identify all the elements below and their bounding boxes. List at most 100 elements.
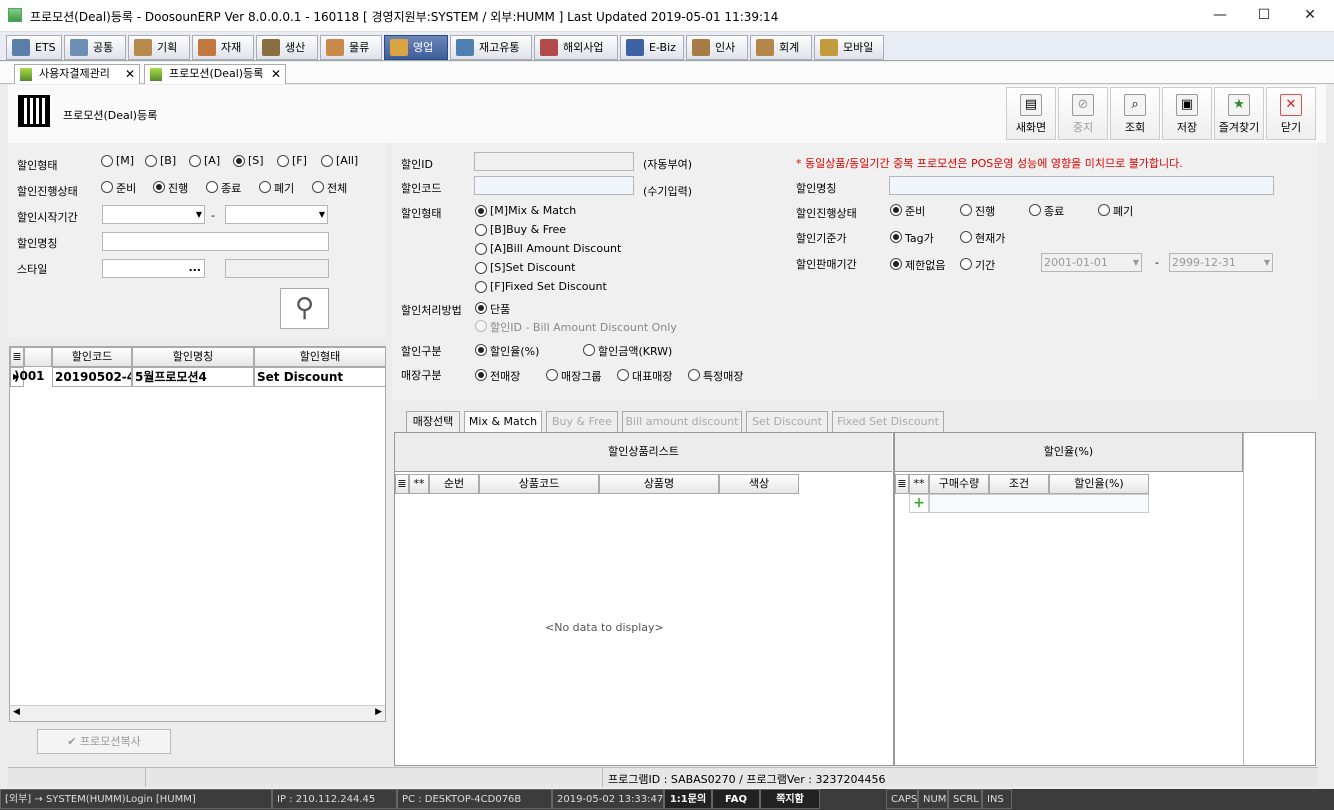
close-tab-icon[interactable]: ✕ (271, 65, 281, 83)
left-type-radio-2[interactable] (189, 155, 201, 167)
favorites-button[interactable]: ★ 즐겨찾기 (1214, 87, 1264, 140)
menu-1[interactable]: 공통 (64, 35, 126, 60)
right-store-radio-0[interactable] (475, 369, 487, 381)
right-status-radio-2[interactable] (1029, 204, 1041, 216)
code-input[interactable] (474, 176, 634, 195)
right-store-radio-2[interactable] (617, 369, 629, 381)
left-status-radio-1[interactable] (153, 181, 165, 193)
scroll-right-icon[interactable]: ▶ (375, 707, 382, 717)
name-input-right[interactable] (889, 176, 1274, 195)
sub-tab-0[interactable]: 매장선택 (406, 411, 460, 432)
search-button[interactable]: ⌕ 조회 (1110, 87, 1160, 140)
col-product-code[interactable]: 상품코드 (479, 474, 599, 494)
right-status-radio-1[interactable] (960, 204, 972, 216)
sub-tab-3[interactable]: Bill amount discount (622, 411, 742, 432)
doc-tab-promotion[interactable]: 프로모션(Deal)등록 ✕ (144, 64, 286, 84)
grid-menu-icon[interactable]: ≣ (895, 474, 909, 494)
right-type-radio-2[interactable] (475, 243, 487, 255)
right-basis-radio-1[interactable] (960, 231, 972, 243)
menu-7[interactable]: 재고유통 (450, 35, 532, 60)
grid-col-code[interactable]: 할인코드 (52, 347, 132, 367)
right-method-radio-0[interactable] (475, 302, 487, 314)
left-status-radio-3[interactable] (259, 181, 271, 193)
sub-tab-1[interactable]: Mix & Match (464, 411, 542, 432)
status-cell-4[interactable]: 1:1문의 (664, 789, 712, 809)
scroll-left-icon[interactable]: ◀ (13, 707, 20, 717)
save-button[interactable]: ▣ 저장 (1162, 87, 1212, 140)
row-type[interactable]: Set Discount (254, 367, 386, 387)
status-cell-6[interactable]: 쪽지함 (760, 789, 820, 809)
right-type-radio-4[interactable] (475, 281, 487, 293)
left-type-radio-4[interactable] (277, 155, 289, 167)
start-date-from[interactable]: ▼ (102, 205, 205, 224)
stop-button[interactable]: ⊘ 중지 (1058, 87, 1108, 140)
sub-tab-5[interactable]: Fixed Set Discount (832, 411, 944, 432)
col-select-all[interactable]: ** (909, 474, 929, 494)
left-type-radio-0[interactable] (101, 155, 113, 167)
right-type-radio-0[interactable] (475, 205, 487, 217)
grid-menu-icon[interactable]: ≣ (395, 474, 409, 494)
row-id[interactable]: )001 (12, 367, 52, 387)
horizontal-scrollbar[interactable]: ◀ ▶ (10, 705, 385, 721)
row-code[interactable]: 20190502-4 (52, 367, 132, 387)
left-type-radio-3[interactable] (233, 155, 245, 167)
style-input[interactable]: ... (102, 259, 205, 278)
right-status-radio-0[interactable] (890, 204, 902, 216)
menu-9[interactable]: E-Biz (620, 35, 684, 60)
col-color[interactable]: 색상 (719, 474, 799, 494)
right-period-radio-1[interactable] (960, 258, 972, 270)
left-type-radio-1[interactable] (145, 155, 157, 167)
sub-tab-2[interactable]: Buy & Free (546, 411, 618, 432)
col-condition[interactable]: 조건 (989, 474, 1049, 494)
date-from-combo[interactable]: 2001-01-01 ▼ (1041, 253, 1142, 272)
left-type-radio-5[interactable] (321, 155, 333, 167)
right-method-radio-1[interactable] (475, 320, 487, 332)
new-screen-button[interactable]: ▤ 새화면 (1006, 87, 1056, 140)
col-rate[interactable]: 할인율(%) (1049, 474, 1149, 494)
row-name[interactable]: 5월프로모션4 (132, 367, 254, 387)
menu-10[interactable]: 인사 (686, 35, 748, 60)
name-input[interactable] (102, 232, 329, 251)
minimize-button[interactable]: — (1210, 6, 1230, 24)
right-store-radio-1[interactable] (546, 369, 558, 381)
doc-tab-payment[interactable]: 사용자결제관리 ✕ (14, 64, 140, 84)
status-cell-5[interactable]: FAQ (712, 789, 760, 809)
col-qty[interactable]: 구매수량 (929, 474, 989, 494)
right-type-radio-1[interactable] (475, 224, 487, 236)
grid-col-type[interactable]: 할인형태 (254, 347, 386, 367)
left-status-radio-4[interactable] (312, 181, 324, 193)
close-window-button[interactable]: ✕ (1300, 6, 1320, 24)
col-seq[interactable]: 순번 (429, 474, 479, 494)
menu-12[interactable]: 모바일 (814, 35, 884, 60)
close-button[interactable]: ✕ 닫기 (1266, 87, 1316, 140)
grid-col-name[interactable]: 할인명칭 (132, 347, 254, 367)
maximize-button[interactable]: ☐ (1254, 6, 1274, 24)
menu-8[interactable]: 해외사업 (534, 35, 618, 60)
right-period-radio-0[interactable] (890, 258, 902, 270)
menu-0[interactable]: ETS (6, 35, 62, 60)
right-kind-radio-0[interactable] (475, 344, 487, 356)
close-tab-icon[interactable]: ✕ (125, 65, 135, 83)
search-magnifier-button[interactable]: ⚲ (280, 288, 329, 329)
menu-11[interactable]: 회계 (750, 35, 812, 60)
right-basis-radio-0[interactable] (890, 231, 902, 243)
add-row-icon[interactable]: + (909, 494, 929, 513)
start-date-to[interactable]: ▼ (225, 205, 328, 224)
style-browse-button[interactable]: ... (188, 261, 201, 274)
sub-tab-4[interactable]: Set Discount (746, 411, 828, 432)
col-select-all[interactable]: ** (409, 474, 429, 494)
right-store-radio-3[interactable] (688, 369, 700, 381)
menu-5[interactable]: 물류 (320, 35, 382, 60)
menu-2[interactable]: 기획 (128, 35, 190, 60)
menu-4[interactable]: 생산 (256, 35, 318, 60)
left-status-radio-0[interactable] (101, 181, 113, 193)
new-row[interactable] (929, 494, 1149, 513)
grid-menu-icon[interactable]: ≣ (10, 347, 24, 367)
date-to-combo[interactable]: 2999-12-31 ▼ (1169, 253, 1273, 272)
right-type-radio-3[interactable] (475, 262, 487, 274)
right-status-radio-3[interactable] (1098, 204, 1110, 216)
menu-3[interactable]: 자재 (192, 35, 254, 60)
menu-6[interactable]: 영업 (384, 35, 448, 60)
left-status-radio-2[interactable] (206, 181, 218, 193)
col-product-name[interactable]: 상품명 (599, 474, 719, 494)
